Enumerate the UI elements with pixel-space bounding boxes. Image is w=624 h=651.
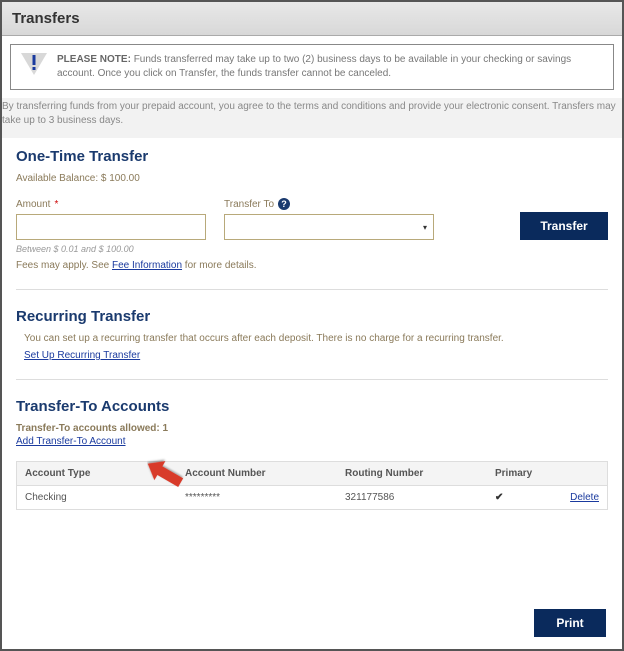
divider <box>16 379 608 380</box>
amount-helper: Between $ 0.01 and $ 100.00 <box>16 244 608 254</box>
transfer-to-select[interactable]: ▾ <box>224 214 434 240</box>
fee-information-link[interactable]: Fee Information <box>112 260 182 271</box>
recurring-heading: Recurring Transfer <box>16 308 608 325</box>
col-routing-number: Routing Number <box>337 462 487 485</box>
fees-text: Fees may apply. See Fee Information for … <box>16 260 608 271</box>
table-header: Account Type Account Number Routing Numb… <box>17 462 607 486</box>
cell-account-number: ********* <box>177 486 337 509</box>
col-account-number: Account Number <box>177 462 337 485</box>
recurring-transfer-section: Recurring Transfer You can set up a recu… <box>16 308 608 361</box>
notice-text: PLEASE NOTE: Funds transferred may take … <box>57 53 603 81</box>
available-balance: Available Balance: $ 100.00 <box>16 173 608 184</box>
one-time-transfer-section: One-Time Transfer Available Balance: $ 1… <box>16 148 608 271</box>
col-primary: Primary <box>487 462 547 485</box>
transfer-to-label: Transfer To ? <box>224 198 434 210</box>
one-time-heading: One-Time Transfer <box>16 148 608 165</box>
cell-primary: ✔ <box>487 486 547 509</box>
consent-text: By transferring funds from your prepaid … <box>2 98 622 138</box>
divider <box>16 289 608 290</box>
required-asterisk: * <box>54 199 58 210</box>
notice-body: Funds transferred may take up to two (2)… <box>57 54 571 79</box>
amount-label: Amount * <box>16 199 206 210</box>
check-icon: ✔ <box>495 492 503 503</box>
col-account-type: Account Type <box>17 462 177 485</box>
add-transfer-to-account-link[interactable]: Add Transfer-To Account <box>16 436 126 447</box>
delete-link[interactable]: Delete <box>570 492 599 503</box>
transfer-button[interactable]: Transfer <box>520 212 608 240</box>
amount-input[interactable] <box>16 214 206 240</box>
help-icon[interactable]: ? <box>278 198 290 210</box>
setup-recurring-link[interactable]: Set Up Recurring Transfer <box>24 350 140 361</box>
recurring-text: You can set up a recurring transfer that… <box>16 333 608 344</box>
print-button[interactable]: Print <box>534 609 606 637</box>
titlebar: Transfers <box>2 2 622 36</box>
accounts-heading: Transfer-To Accounts <box>16 398 608 415</box>
cell-routing-number: 321177586 <box>337 486 487 509</box>
cell-account-type: Checking <box>17 486 177 509</box>
table-row: Checking ********* 321177586 ✔ Delete <box>17 486 607 509</box>
col-action <box>547 462 607 485</box>
notice-box: PLEASE NOTE: Funds transferred may take … <box>10 44 614 90</box>
chevron-down-icon: ▾ <box>423 223 427 232</box>
transfer-to-accounts-section: Transfer-To Accounts Transfer-To account… <box>16 398 608 510</box>
alert-icon <box>21 53 47 75</box>
notice-label: PLEASE NOTE: <box>57 54 131 65</box>
page-title: Transfers <box>12 10 612 27</box>
accounts-allowed: Transfer-To accounts allowed: 1 <box>16 423 608 434</box>
accounts-table: Account Type Account Number Routing Numb… <box>16 461 608 510</box>
